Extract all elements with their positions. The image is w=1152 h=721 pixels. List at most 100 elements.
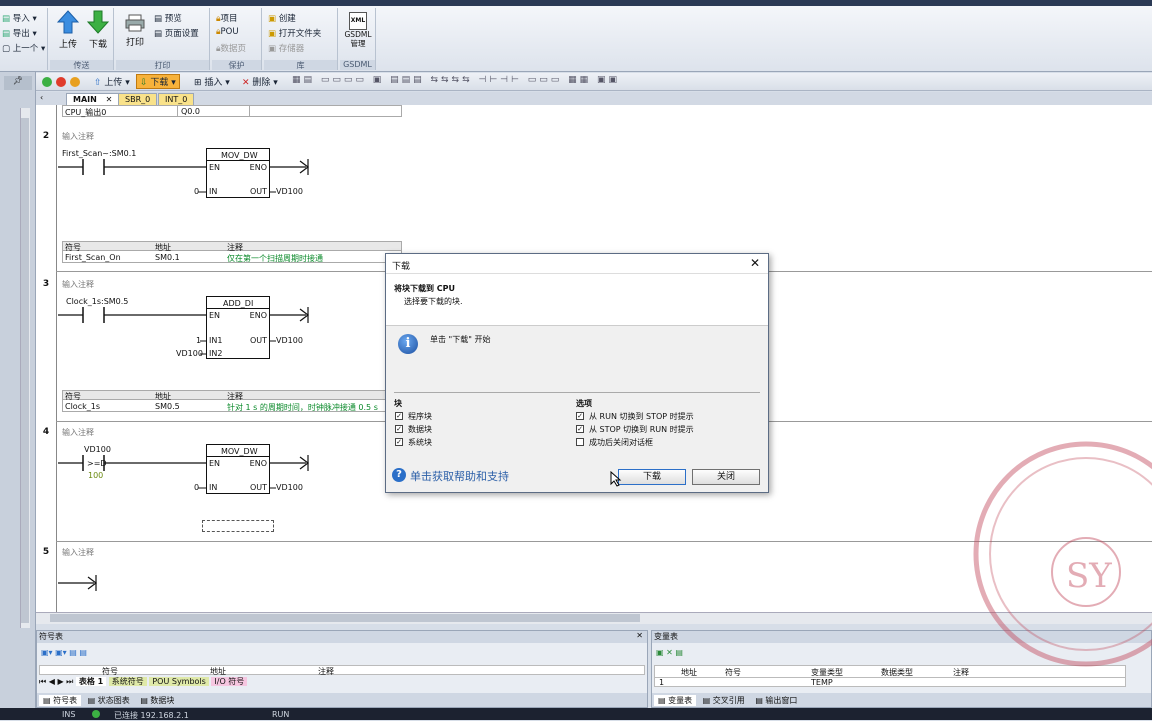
stop-to-run-checkbox[interactable]: ✓ — [576, 425, 584, 433]
n3-in1-value[interactable]: 1 — [196, 336, 201, 345]
run-to-stop-checkbox[interactable]: ✓ — [576, 412, 584, 420]
tab-data-block-label: 数据块 — [150, 696, 175, 705]
n4-mov-dw-block[interactable]: MOV_DW EN ENO IN OUT — [206, 444, 270, 494]
gsdml-manage-button[interactable]: XML GSDML管理 — [343, 12, 373, 48]
create-label: 创建 — [278, 14, 296, 24]
symbol-panel-toolbar[interactable]: ▣▾ ▣▾ ▤ ▤ — [41, 648, 87, 657]
create-button[interactable]: ▣ 创建 — [268, 12, 296, 24]
tab-variable-table[interactable]: ▤ 变量表 — [654, 695, 697, 706]
var-row-type[interactable]: TEMP — [811, 678, 833, 687]
network4-number: 4 — [42, 427, 50, 437]
tab-close-icon[interactable]: ✕ — [106, 95, 113, 104]
n4-selection-cursor[interactable] — [202, 520, 274, 532]
preview-button[interactable]: ▤ 预览 — [154, 12, 182, 24]
export-button[interactable]: ▤ 导出 ▾ — [2, 27, 37, 39]
tab-data-block[interactable]: ▤ 数据块 — [136, 695, 178, 706]
open-folder-button[interactable]: ▣ 打开文件夹 — [268, 27, 321, 39]
toolbar-delete-button[interactable]: ✕ 删除 ▾ — [242, 75, 278, 88]
n2-symbol: First_Scan_On — [65, 253, 121, 262]
tab-output-window[interactable]: ▤ 输出窗口 — [751, 695, 801, 706]
toolbar-download-label: 下载 — [150, 78, 169, 88]
system-block-checkbox[interactable]: ✓ — [395, 438, 403, 446]
download-button[interactable]: 下载 — [618, 469, 686, 485]
print-button[interactable]: 打印 — [120, 14, 150, 48]
help-icon[interactable]: ? — [392, 468, 406, 482]
toolbar-download-button[interactable]: ⇩ 下载 ▾ — [136, 74, 180, 89]
ribbon-group-gsdml: XML GSDML管理 GSDML — [340, 8, 376, 70]
network3-comment[interactable]: 输入注释 — [62, 279, 94, 290]
close-on-success-checkbox[interactable] — [576, 438, 584, 446]
toolbar-icon-row[interactable]: ▦▤ ▭▭▭▭ ▣ ▤▤▤ ⇆⇆⇆⇆ ⊣⊢⊣⊢ ▭▭▭ ▦▦ ▣▣ — [292, 75, 620, 85]
sheet-tab-table1[interactable]: 表格 1 — [75, 677, 107, 686]
export-icon: ▤ — [2, 29, 11, 39]
tab-int0-label: INT_0 — [165, 95, 188, 104]
n4-in-value[interactable]: 0 — [194, 483, 199, 492]
download-ribbon-button[interactable]: 下载 — [84, 10, 112, 50]
var-row-number: 1 — [659, 678, 665, 687]
n3-eno-pin: ENO — [249, 311, 267, 320]
previous-icon: ▢ — [2, 44, 11, 54]
close-button[interactable]: 关闭 — [692, 469, 760, 485]
tab-cross-reference[interactable]: ▤ 交叉引用 — [699, 695, 749, 706]
tab-scroll-left-icon[interactable]: ‹ — [40, 93, 43, 102]
data-block-checkbox[interactable]: ✓ — [395, 425, 403, 433]
sheet-nav-icon[interactable]: ⏮ ◀ ▶ ⏭ — [39, 677, 76, 686]
tab-status-chart[interactable]: ▤ 状态图表 — [84, 695, 134, 706]
memory-card-icon: ▣ — [268, 44, 277, 54]
toolbar-upload-button[interactable]: ⇧ 上传 ▾ — [94, 75, 130, 88]
n3-out-value[interactable]: VD100 — [276, 336, 303, 345]
toolbar-insert-button[interactable]: ⊞ 插入 ▾ — [194, 75, 230, 88]
n2-note: 仅在第一个扫描周期时接通 — [227, 254, 323, 263]
n3-in2-value[interactable]: VD100 — [176, 349, 203, 358]
data-page-label: 数据页 — [220, 44, 247, 54]
symbol-panel-close-icon[interactable]: ✕ — [636, 631, 643, 640]
previous-button[interactable]: ▢ 上一个 ▾ — [2, 42, 45, 54]
left-scrollbar-thumb[interactable] — [21, 118, 29, 623]
n5-rung[interactable] — [56, 569, 136, 599]
dialog-close-icon[interactable]: ✕ — [750, 256, 760, 270]
sheet-tab-pou[interactable]: POU Symbols — [149, 677, 209, 686]
tab-symbol-table-label: 符号表 — [53, 696, 78, 705]
network5-comment[interactable]: 输入注释 — [62, 547, 94, 558]
upload-button[interactable]: 上传 — [54, 10, 82, 50]
network2-comment[interactable]: 输入注释 — [62, 131, 94, 142]
n2-mov-dw-block[interactable]: MOV_DW EN ENO IN OUT — [206, 148, 270, 198]
tab-main-label: MAIN — [73, 95, 97, 104]
project-button[interactable]: 🔒︎项目 — [216, 12, 238, 24]
tab-sbr0[interactable]: SBR_0 — [118, 93, 158, 105]
tab-symbol-table[interactable]: ▤ 符号表 — [39, 695, 82, 706]
preview-icon: ▤ — [154, 14, 163, 24]
tab-int0[interactable]: INT_0 — [158, 93, 195, 105]
n1-address: Q0.0 — [181, 107, 201, 116]
var-panel-toolbar[interactable]: ▣ ✕ ▤ — [656, 648, 683, 657]
import-button[interactable]: ▤ 导入 ▾ — [2, 12, 37, 24]
network4-comment[interactable]: 输入注释 — [62, 427, 94, 438]
run-to-stop-label: 从 RUN 切换到 STOP 时提示 — [589, 412, 694, 421]
stop-to-run-label: 从 STOP 切换到 RUN 时提示 — [589, 425, 694, 434]
page-setup-button[interactable]: ▤ 页面设置 — [154, 27, 199, 39]
pin-icon[interactable]: 📌︎ — [4, 76, 32, 90]
sheet-tab-system[interactable]: 系统符号 — [108, 677, 147, 686]
n3-th-address: 地址 — [155, 392, 171, 401]
n3-add-di-block[interactable]: ADD_DI EN ENO IN1 IN2 OUT — [206, 296, 270, 359]
editor-scrollbar-thumb[interactable] — [50, 614, 640, 622]
stop-icon[interactable] — [56, 77, 66, 87]
n3-note: 针对 1 s 的周期时间，时钟脉冲接通 0.5 s — [227, 403, 378, 412]
variable-table-icon: ▤ — [658, 696, 666, 705]
program-block-checkbox[interactable]: ✓ — [395, 412, 403, 420]
n4-out-value[interactable]: VD100 — [276, 483, 303, 492]
help-link[interactable]: 单击获取帮助和支持 — [410, 468, 509, 484]
compile-icon[interactable] — [70, 77, 80, 87]
dialog-header: 将块下载到 CPU 选择要下载的块. — [386, 274, 768, 326]
network5-number: 5 — [42, 547, 50, 557]
memory-card-button[interactable]: ▣ 存储器 — [268, 42, 304, 54]
n2-in-value[interactable]: 0 — [194, 187, 199, 196]
ribbon: ▤ 导入 ▾ ▤ 导出 ▾ ▢ 上一个 ▾ 上传 下载 传送 打印 ▤ 预览 ▤… — [0, 6, 1152, 72]
run-icon[interactable] — [42, 77, 52, 87]
pou-button[interactable]: 🔒︎POU — [216, 27, 239, 37]
symbol-col-note: 注释 — [318, 667, 334, 676]
sheet-tab-io[interactable]: I/O 符号 — [211, 677, 248, 686]
tab-main[interactable]: MAIN ✕ — [66, 93, 120, 105]
n2-out-value[interactable]: VD100 — [276, 187, 303, 196]
data-page-button[interactable]: 🔒︎数据页 — [216, 42, 246, 54]
